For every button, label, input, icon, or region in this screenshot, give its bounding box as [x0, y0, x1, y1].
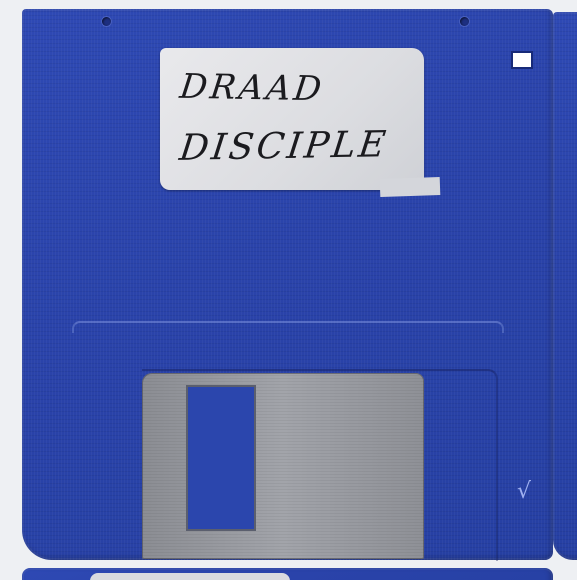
- adjacent-floppy-disk-right: [553, 12, 577, 560]
- adjacent-floppy-disk-bottom: [22, 568, 553, 580]
- floppy-disk: DRAAD DISCIPLE √: [22, 9, 553, 561]
- plastic-texture: [553, 12, 577, 560]
- mounting-hole-icon: [102, 17, 111, 26]
- insert-arrow-icon: √: [517, 479, 532, 504]
- disk-label: DRAAD DISCIPLE: [160, 48, 441, 198]
- label-line-1: DRAAD: [177, 66, 327, 110]
- photo-stage: DRAAD DISCIPLE √: [0, 0, 577, 580]
- label-line-2: DISCIPLE: [177, 124, 391, 169]
- shutter-window: [186, 385, 256, 531]
- write-protect-notch-icon: [511, 51, 533, 69]
- mounting-hole-icon: [460, 17, 469, 26]
- metal-shutter: [142, 373, 424, 559]
- label-area-ridge: [72, 321, 504, 333]
- label-tear: [379, 176, 441, 198]
- adjacent-disk-label: [90, 573, 290, 580]
